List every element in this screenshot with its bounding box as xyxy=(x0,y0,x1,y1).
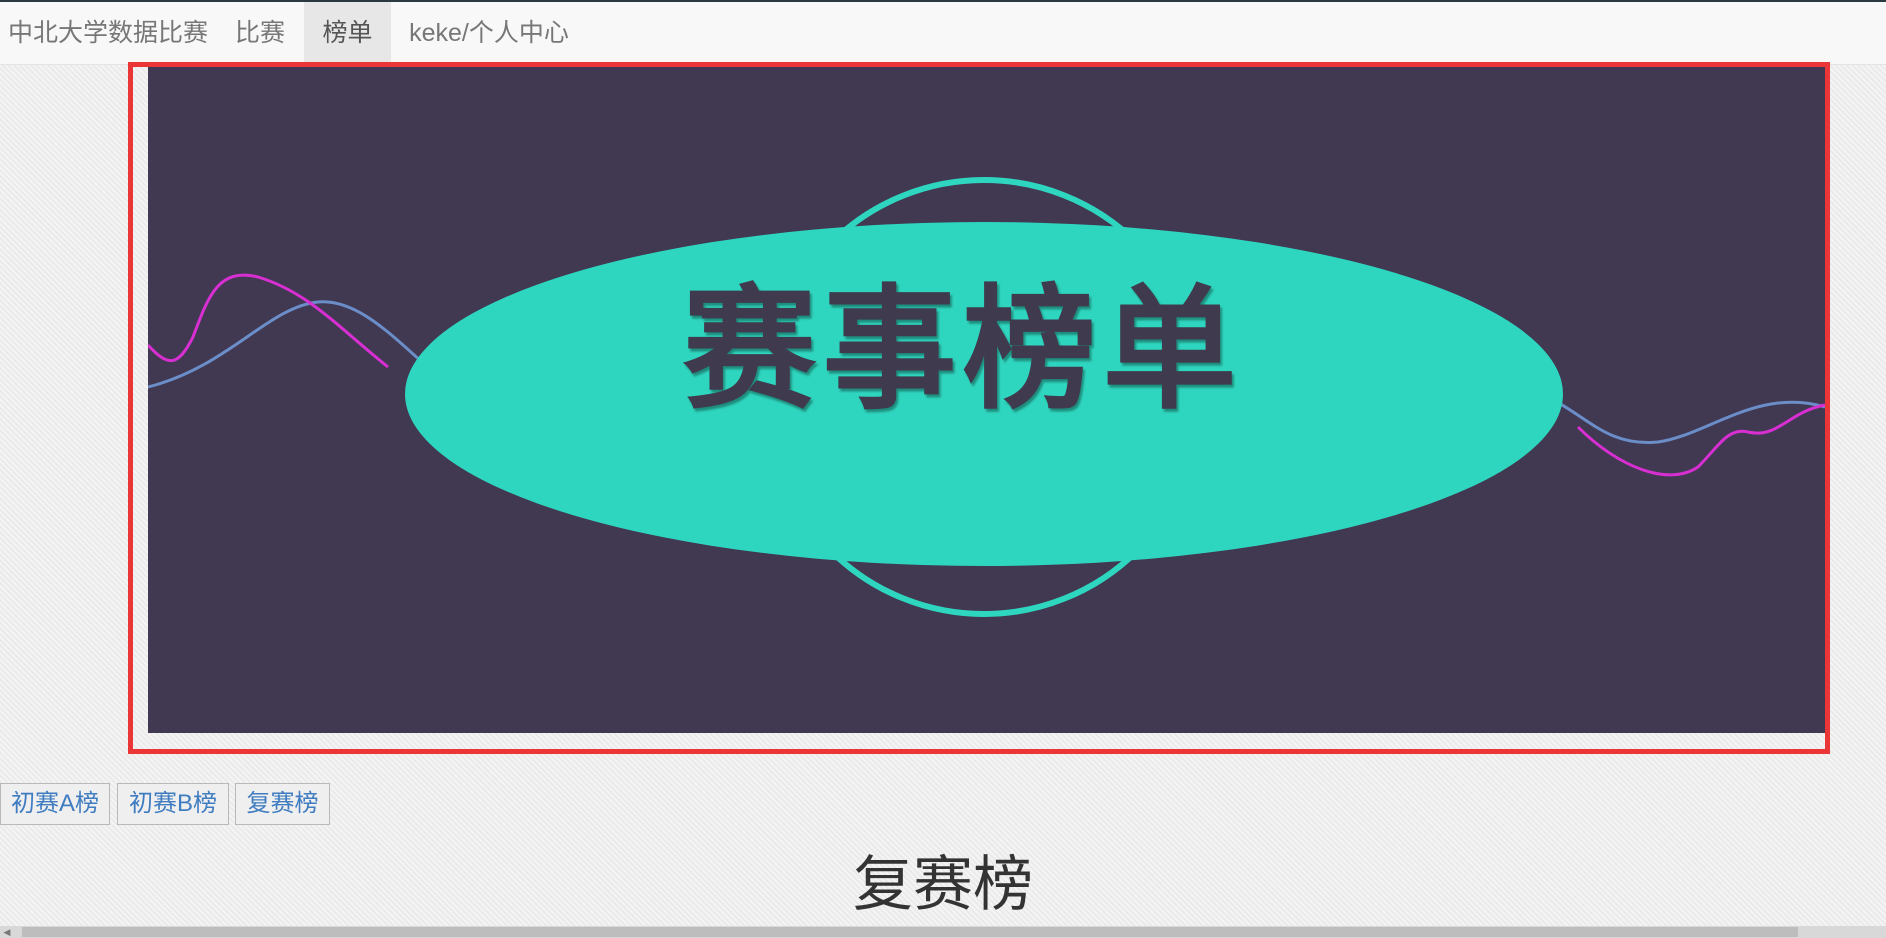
banner-title: 赛事榜单 xyxy=(682,272,1243,428)
tab-final-round[interactable]: 复赛榜 xyxy=(235,783,330,825)
scroll-left-arrow-icon[interactable]: ◀ xyxy=(2,927,12,937)
horizontal-scrollbar[interactable]: ◀ xyxy=(0,926,1886,938)
tab-preliminary-b[interactable]: 初赛B榜 xyxy=(117,783,229,825)
section-title: 复赛榜 xyxy=(853,851,1033,918)
tab-preliminary-a[interactable]: 初赛A榜 xyxy=(0,783,110,825)
scrollbar-thumb[interactable] xyxy=(22,927,1798,937)
leaderboard-banner: 赛事榜单 xyxy=(148,67,1825,733)
